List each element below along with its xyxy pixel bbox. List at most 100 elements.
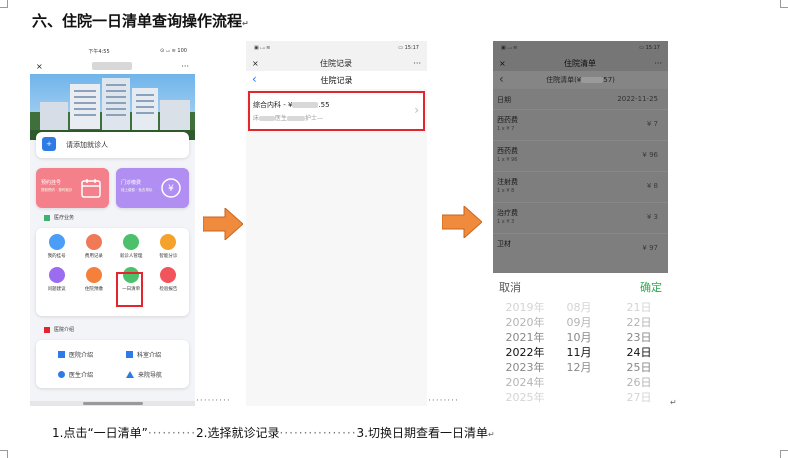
service-label: 问题建议 [47, 287, 66, 292]
department-icon [126, 351, 133, 358]
subheader-2: ‹ 住院记录 [246, 71, 427, 89]
caption-step-2: 2.选择就诊记录 [196, 426, 280, 440]
leader-dots-1: ········· [196, 396, 231, 406]
service-label: 就诊人管理 [119, 254, 143, 259]
service-item[interactable]: 检验报告 [150, 267, 187, 292]
month-wheel[interactable]: 08月 09月 10月 11月 12月 [553, 300, 605, 375]
step-arrow-1 [203, 208, 243, 240]
day-option[interactable]: 26日 [613, 375, 665, 390]
fee-row: 注射费 1 x ¥ 8 ¥ 8 [493, 171, 668, 202]
year-option[interactable]: 2020年 [499, 315, 551, 330]
service-item[interactable]: 住院预缴 [75, 267, 112, 292]
step-arrow-2 [442, 206, 482, 238]
back-icon[interactable]: ‹ [499, 72, 504, 86]
year-option[interactable]: 2019年 [499, 300, 551, 315]
service-label: 智能分诊 [159, 254, 178, 259]
year-option[interactable]: 2023年 [499, 360, 551, 375]
month-option[interactable]: 11月 [553, 345, 605, 360]
confirm-button[interactable]: 确定 [640, 279, 662, 295]
intro-doctor[interactable]: 医生介绍 [58, 370, 93, 379]
fee-detail: 1 x ¥ 7 [497, 126, 515, 132]
intro-department[interactable]: 科室介绍 [126, 350, 161, 359]
year-option[interactable]: 2022年 [499, 345, 551, 360]
service-item[interactable]: 问题建议 [38, 267, 75, 292]
fee-row: 卫材 ¥ 97 [493, 233, 668, 264]
crop-mark-bl [0, 450, 8, 458]
intro-section-title: 医院介绍 [44, 326, 74, 333]
service-item[interactable]: 费用记录 [75, 234, 112, 259]
date-value: 2022-11-25 [617, 95, 658, 103]
quick-appointment-card[interactable]: 预约挂号 提前预约 · 按时就诊 [36, 168, 109, 208]
svg-text:¥: ¥ [168, 184, 174, 194]
day-option[interactable]: 27日 [613, 390, 665, 405]
doctor-icon [58, 371, 65, 378]
day-option[interactable]: 22日 [613, 315, 665, 330]
leader-dots-2: ········ [428, 396, 459, 406]
more-icon[interactable]: ··· [413, 59, 421, 68]
quick-payment-card[interactable]: 门诊缴费 线上缴费 · 免去排队 ¥ [116, 168, 189, 208]
day-wheel[interactable]: 21日 22日 23日 24日 25日 26日 27日 [613, 300, 665, 405]
fee-row: 西药费 1 x ¥ 96 ¥ 96 [493, 140, 668, 171]
year-option[interactable]: 2024年 [499, 375, 551, 390]
status-bar: 下午4:55 ⊙ ᵢ.ᵢᵢ ≋ 100 [30, 44, 195, 58]
add-patient-button[interactable]: + [42, 137, 56, 151]
highlight-daily-list [116, 272, 143, 307]
screenshot-records: ▣ ᵢ.ᵢᵢ ≋ ▭ 15:17 × 住院记录 ··· ‹ 住院记录 综合内科 -… [246, 41, 427, 406]
month-option[interactable]: 09月 [553, 315, 605, 330]
section-heading: 六、住院一日清单查询操作流程↵ [32, 12, 249, 30]
screenshot-daily-list: ▣ ᵢ.ᵢᵢ ≋ ▭ 15:17 × 住院清单 ··· ‹ 住院清单(¥ 57) 日… [493, 41, 668, 406]
close-icon[interactable]: × [499, 59, 506, 68]
month-option[interactable]: 12月 [553, 360, 605, 375]
service-item[interactable]: 智能分诊 [150, 234, 187, 259]
payment-icon: ¥ [161, 178, 181, 198]
service-icon [123, 234, 140, 250]
subheader-3: ‹ 住院清单(¥ 57) [493, 71, 668, 89]
date-picker[interactable]: 取消 确定 2019年 2020年 2021年 2022年 2023年 2024年 2025… [493, 273, 668, 406]
services-section-title: 医疗业务 [44, 214, 74, 221]
back-icon[interactable]: ‹ [252, 72, 257, 86]
more-icon[interactable]: ··· [181, 62, 189, 71]
intro-navigation[interactable]: 来院导航 [126, 370, 162, 379]
service-icon [85, 267, 102, 283]
hospital-icon [44, 326, 50, 333]
month-option[interactable]: 08月 [553, 300, 605, 315]
day-option[interactable]: 24日 [613, 345, 665, 360]
blurred-title [92, 62, 133, 70]
fee-detail: 1 x ¥ 96 [497, 157, 518, 163]
intro-card: 医院介绍 科室介绍 医生介绍 来院导航 [36, 340, 189, 388]
service-item[interactable]: 就诊人管理 [113, 234, 150, 259]
services-grid: 我的挂号 费用记录 就诊人管理 智能分诊 问题建议 住院预缴 一日清单 检验报告 [38, 234, 187, 292]
status-bar-3: ▣ ᵢ.ᵢᵢ ≋ ▭ 15:17 [493, 41, 668, 55]
service-label: 我的挂号 [47, 254, 66, 259]
year-option[interactable]: 2021年 [499, 330, 551, 345]
mini-app-topbar: × ··· [30, 58, 195, 74]
record-item[interactable]: 综合内科 - ¥ .55 床医生 护士— › [248, 91, 425, 131]
day-option[interactable]: 21日 [613, 300, 665, 315]
fee-detail: 1 x ¥ 8 [497, 188, 515, 194]
day-option[interactable]: 23日 [613, 330, 665, 345]
status-bar-2: ▣ ᵢ.ᵢᵢ ≋ ▭ 15:17 [246, 41, 427, 55]
fee-list: 西药费 1 x ¥ 7 ¥ 7 西药费 1 x ¥ 96 ¥ 96 注射费 1 x ¥ 8 ¥ … [493, 109, 668, 264]
close-icon[interactable]: × [252, 59, 259, 68]
more-icon[interactable]: ··· [654, 59, 662, 68]
fee-amount: ¥ 8 [646, 182, 658, 190]
home-indicator-bar [30, 401, 195, 406]
fee-amount: ¥ 96 [642, 151, 658, 159]
service-icon [160, 234, 177, 250]
calendar-icon [81, 179, 101, 198]
date-row[interactable]: 日期 2022-11-25 [493, 89, 668, 109]
navigate-icon [126, 371, 134, 378]
building-icon [58, 351, 65, 358]
year-option[interactable]: 2025年 [499, 390, 551, 405]
day-option[interactable]: 25日 [613, 360, 665, 375]
cancel-button[interactable]: 取消 [499, 279, 521, 295]
month-option[interactable]: 10月 [553, 330, 605, 345]
add-patient-card[interactable]: + 请添加就诊人 [36, 132, 189, 158]
intro-hospital[interactable]: 医院介绍 [58, 350, 93, 359]
services-card: 我的挂号 费用记录 就诊人管理 智能分诊 问题建议 住院预缴 一日清单 检验报告 [36, 228, 189, 316]
service-item[interactable]: 我的挂号 [38, 234, 75, 259]
step-captions: 1.点击“一日清单”··········2.选择就诊记录············… [52, 426, 495, 440]
topbar-3: × 住院清单 ··· [493, 55, 668, 71]
year-wheel[interactable]: 2019年 2020年 2021年 2022年 2023年 2024年 2025年 [499, 300, 551, 405]
close-icon[interactable]: × [36, 62, 43, 71]
